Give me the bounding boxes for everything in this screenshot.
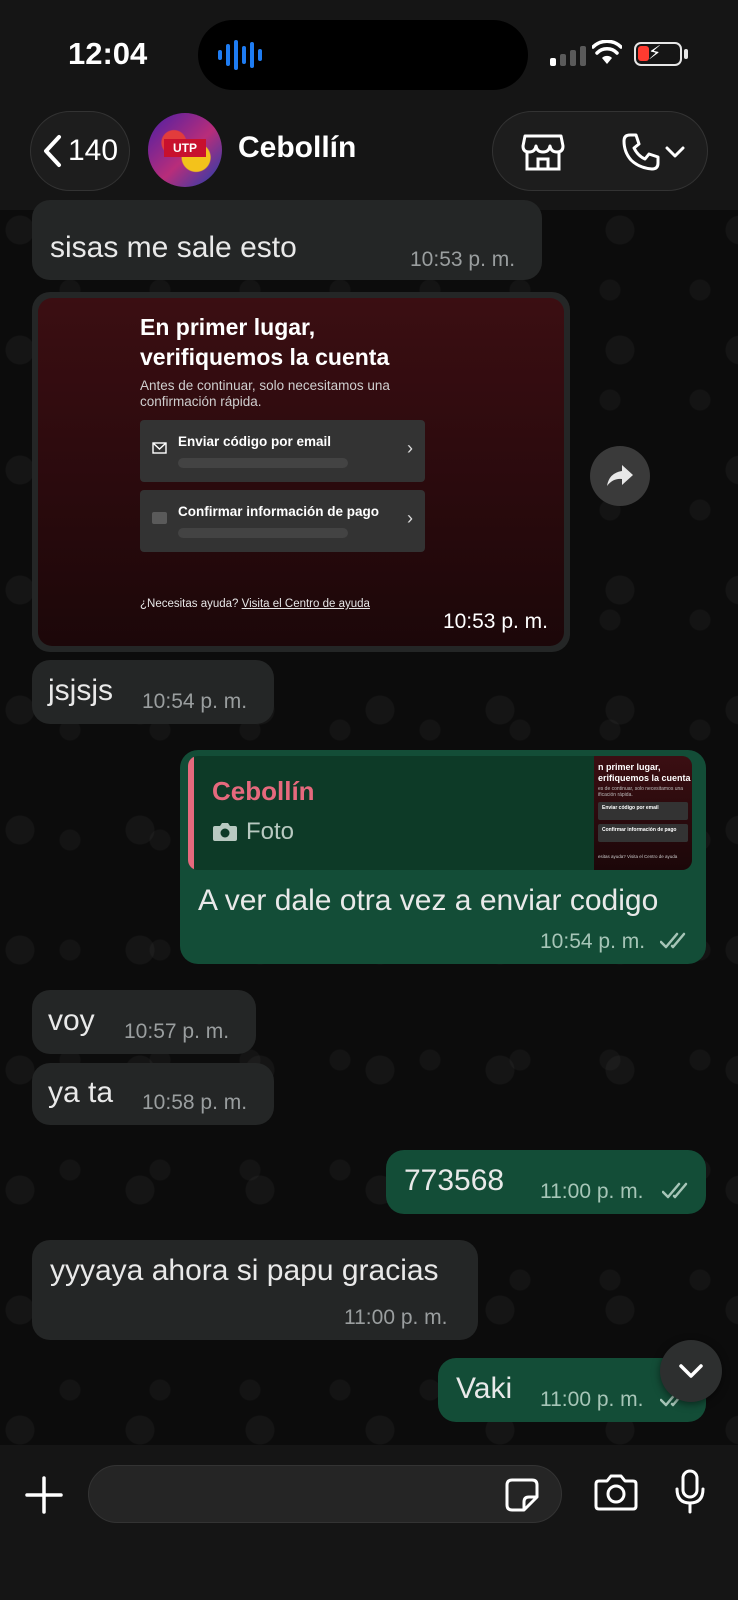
message-text: Vaki (456, 1372, 513, 1405)
message-text: jsjsjs (48, 674, 113, 707)
message-text: voy (48, 1004, 95, 1037)
message-time: 10:54 p. m. (540, 930, 646, 953)
thumb-option-payment: Confirmar información de pago (598, 824, 688, 842)
message-input[interactable] (88, 1465, 562, 1523)
wifi-icon (592, 40, 622, 64)
message-bubble-incoming[interactable]: sisas me sale esto 10:53 p. m. (32, 200, 542, 280)
message-text: sisas me sale esto (50, 231, 297, 264)
status-time: 12:04 (68, 36, 148, 71)
redacted-text (178, 458, 348, 468)
thumb-title: n primer lugar, erifiquemos la cuenta (598, 762, 691, 783)
cellular-signal-icon (550, 44, 586, 66)
message-bubble-outgoing[interactable]: 773568 11:00 p. m. (386, 1150, 706, 1214)
chevron-right-icon: › (407, 438, 413, 458)
message-bubble-incoming[interactable]: voy 10:57 p. m. (32, 990, 256, 1054)
message-time: 10:53 p. m. (410, 248, 516, 271)
avatar-badge: UTP (164, 139, 206, 157)
plus-icon[interactable] (24, 1475, 64, 1515)
status-bar: 12:04 ⚡ (0, 0, 738, 105)
header-actions (492, 111, 708, 191)
sticker-icon[interactable] (504, 1477, 540, 1513)
message-time: 11:00 p. m. (344, 1306, 448, 1329)
image-title: En primer lugar, verifiquemos la cuenta (140, 314, 390, 370)
message-text: yyyaya ahora si papu gracias (50, 1254, 439, 1287)
message-bubble-incoming[interactable]: yyyaya ahora si papu gracias 11:00 p. m. (32, 1240, 478, 1340)
image-message[interactable]: En primer lugar, verifiquemos la cuenta … (32, 292, 570, 652)
option-payment-label: Confirmar información de pago (178, 504, 380, 519)
double-check-icon (660, 932, 686, 949)
message-time: 10:58 p. m. (142, 1091, 248, 1114)
thumb-help: esitas ayuda? Visita el Centro de ayuda (598, 854, 678, 859)
battery-icon: ⚡ (634, 42, 682, 66)
contact-avatar[interactable]: UTP (148, 113, 222, 187)
chevron-down-icon (679, 1364, 703, 1378)
scroll-to-bottom-button[interactable] (660, 1340, 722, 1402)
chevron-left-icon (43, 135, 61, 167)
help-prefix: ¿Necesitas ayuda? (140, 598, 242, 610)
chevron-right-icon: › (407, 508, 413, 528)
reply-thumbnail: n primer lugar, erifiquemos la cuenta es… (594, 756, 692, 870)
composer-bar (0, 1445, 738, 1600)
image-option-email: Enviar código por email › (140, 420, 425, 482)
message-text: ya ta (48, 1076, 114, 1109)
double-check-icon (662, 1182, 688, 1199)
camera-icon[interactable] (594, 1473, 638, 1511)
image-option-payment: Confirmar información de pago › (140, 490, 425, 552)
store-icon[interactable] (521, 132, 565, 172)
redacted-text (178, 528, 348, 538)
reply-media-type: Foto (212, 818, 294, 846)
envelope-icon (152, 442, 167, 454)
option-email-label: Enviar código por email (178, 434, 332, 449)
image-subtitle: Antes de continuar, solo necesitamos una… (140, 378, 390, 409)
message-bubble-incoming[interactable]: ya ta 10:58 p. m. (32, 1063, 274, 1125)
microphone-icon[interactable] (674, 1469, 706, 1515)
message-bubble-incoming[interactable]: jsjsjs 10:54 p. m. (32, 660, 274, 724)
chevron-down-icon[interactable] (665, 146, 685, 158)
image-preview[interactable]: En primer lugar, verifiquemos la cuenta … (38, 298, 564, 646)
message-time: 11:00 p. m. (540, 1180, 644, 1203)
forward-button[interactable] (590, 446, 650, 506)
unread-count: 140 (67, 134, 119, 167)
message-time: 10:57 p. m. (124, 1020, 230, 1043)
reply-accent-bar (188, 756, 194, 870)
chat-header: 140 UTP Cebollín (0, 105, 738, 210)
contact-name[interactable]: Cebollín (238, 131, 356, 165)
camera-icon (213, 823, 237, 841)
reply-author: Cebollín (212, 776, 315, 806)
card-icon (152, 512, 167, 524)
audio-wave-icon (218, 38, 262, 72)
battery-tip (684, 49, 688, 59)
thumb-subtitle: es de continuar, solo necesitamos una if… (598, 786, 684, 798)
message-bubble-outgoing[interactable]: Cebollín Foto n primer lugar, erifiquemo… (180, 750, 706, 964)
thumb-option-email: Enviar código por email (598, 802, 688, 820)
message-text: 773568 (404, 1164, 505, 1197)
message-time: 10:53 p. m. (442, 610, 548, 633)
reply-type-label: Foto (246, 818, 295, 845)
message-time: 11:00 p. m. (540, 1388, 644, 1411)
message-text: A ver dale otra vez a enviar codigo (198, 884, 659, 917)
help-link: Visita el Centro de ayuda (241, 598, 370, 610)
reply-quote[interactable]: Cebollín Foto n primer lugar, erifiquemo… (188, 756, 692, 870)
message-time: 10:54 p. m. (142, 690, 248, 713)
forward-icon (607, 465, 633, 486)
back-button[interactable]: 140 (30, 111, 130, 191)
phone-icon[interactable] (621, 132, 661, 172)
image-help-text: ¿Necesitas ayuda? Visita el Centro de ay… (140, 598, 370, 610)
